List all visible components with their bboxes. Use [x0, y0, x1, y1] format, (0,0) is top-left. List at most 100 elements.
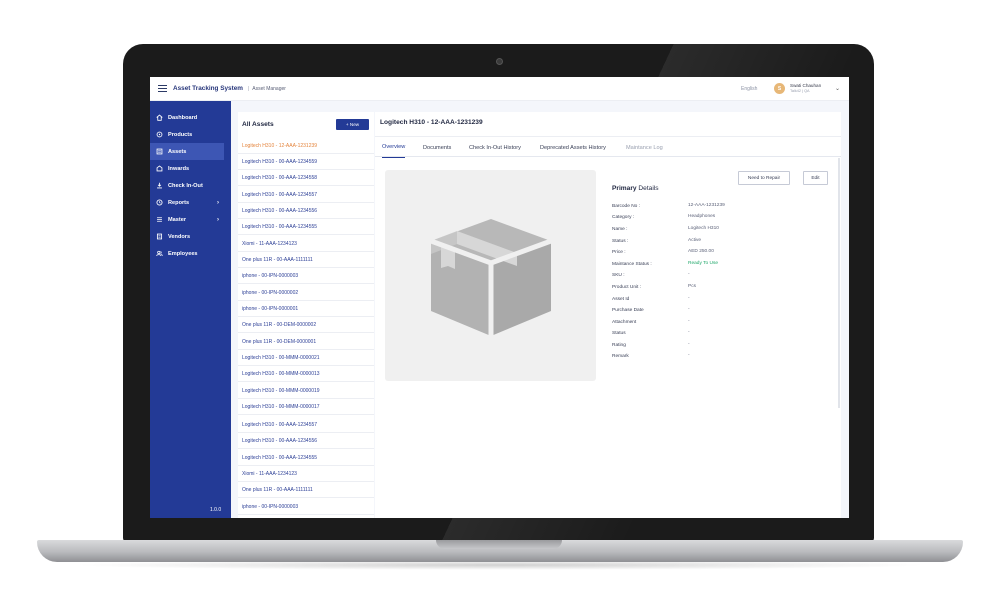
asset-list-item[interactable]: Logitech H310 - 00-AAA-1234556 [238, 203, 374, 219]
sidebar-item-label: Products [168, 131, 193, 138]
asset-list-item[interactable]: Logitech H310 - 00-MMM-0000019 [238, 383, 374, 399]
sidebar-item-label: Master [168, 216, 187, 223]
asset-list-item[interactable]: One plus 11R - 00-AAA-1111111 [238, 252, 374, 268]
asset-list-item[interactable]: iphone - 00-IPN-0000002 [238, 285, 374, 301]
sidebar-item-label: Assets [168, 148, 187, 155]
asset-list-item[interactable]: Logitech H310 - 00-AAA-1234558 [238, 170, 374, 186]
tab-documents[interactable]: Documents [423, 137, 451, 158]
sidebar: Dashboard Products Assets Inwards Check … [150, 101, 231, 518]
asset-list-item[interactable]: Logitech H310 - 00-AAA-1234555 [238, 450, 374, 466]
app-version: 1.0.0 [210, 507, 222, 513]
sidebar-item-check-in-out[interactable]: Check In-Out [150, 177, 231, 194]
field-label-attachment: Attachment [612, 320, 637, 325]
field-label-status: Status : [612, 239, 629, 244]
field-label-barcode: Barcode No : [612, 204, 640, 209]
asset-list-item[interactable]: Logitech H310 - 00-AAA-1234555 [238, 219, 374, 235]
tab-deprecated-assets-history[interactable]: Deprecated Assets History [540, 137, 606, 158]
laptop-notch [436, 540, 562, 549]
field-label-asset-id: Asset Id [612, 297, 630, 302]
asset-list-item[interactable]: Logitech H310 - 00-MMM-0000013 [238, 366, 374, 382]
inbox-icon [156, 165, 163, 172]
chevron-down-icon[interactable]: ⌄ [835, 85, 840, 92]
asset-list-item[interactable]: Logitech H310 - 00-AAA-1234556 [238, 433, 374, 449]
field-value-asset-id: - [688, 296, 690, 301]
asset-list-item[interactable]: iphone - 00-IPN-0000003 [238, 268, 374, 284]
tag-icon [156, 131, 163, 138]
field-value-rating: - [688, 342, 690, 347]
field-label-product-unit: Product Unit : [612, 285, 642, 290]
asset-list-item[interactable]: Xiomi - 11-AAA-1234123 [238, 466, 374, 482]
sidebar-item-assets[interactable]: Assets [150, 143, 224, 160]
webcam [496, 58, 503, 65]
sidebar-item-products[interactable]: Products [150, 126, 231, 143]
clock-icon [156, 199, 163, 206]
user-name[interactable]: Swati Chauhan [790, 83, 821, 88]
asset-detail-title: Logitech H310 - 12-AAA-1231239 [380, 119, 483, 126]
sidebar-item-inwards[interactable]: Inwards [150, 160, 231, 177]
list-icon [156, 148, 163, 155]
asset-list-item[interactable]: Logitech H310 - 00-MMM-0000017 [238, 399, 374, 415]
sidebar-item-reports[interactable]: Reports › [150, 194, 231, 211]
sidebar-item-employees[interactable]: Employees [150, 245, 231, 262]
sidebar-item-label: Vendors [168, 233, 191, 240]
field-value-product-unit: Pcs [688, 284, 696, 289]
tab-overview[interactable]: Overview [382, 137, 406, 158]
need-to-repair-button[interactable]: Need to Repair [738, 171, 790, 185]
asset-list-item[interactable]: One plus 11R - 00-DEM-0000001 [238, 334, 374, 350]
avatar[interactable]: S [774, 83, 785, 94]
sidebar-item-vendors[interactable]: Vendors [150, 228, 231, 245]
asset-list-item[interactable]: Logitech H310 - 00-MMM-0000021 [238, 350, 374, 366]
sidebar-item-master[interactable]: Master › [150, 211, 231, 228]
sidebar-item-dashboard[interactable]: Dashboard [150, 109, 231, 126]
sidebar-item-label: Inwards [168, 165, 190, 172]
field-value-sku: - [688, 272, 690, 277]
top-bar: Asset Tracking System | Asset Manager En… [150, 77, 849, 101]
field-label-status-2: Status [612, 331, 626, 336]
sidebar-item-label: Dashboard [168, 114, 198, 121]
package-box-icon [429, 218, 552, 336]
asset-list-item[interactable]: iphone - 00-IPN-0000003 [238, 499, 374, 515]
chevron-right-icon: › [217, 216, 219, 223]
scrollbar[interactable] [838, 158, 840, 408]
field-value-price: AED 250.00 [688, 249, 714, 254]
heading-rest-part: Details [636, 185, 659, 192]
field-label-maintance-status: Maintance Status : [612, 262, 652, 267]
field-value-name: Logitech H310 [688, 226, 719, 231]
sidebar-item-label: Reports [168, 199, 190, 206]
asset-list-item[interactable]: Logitech H310 - 00-AAA-1234559 [238, 154, 374, 170]
asset-list-item[interactable]: Logitech H310 - 00-AAA-1234557 [238, 417, 374, 433]
app-title: Asset Tracking System [173, 85, 243, 92]
user-role: Talk42 | QA [790, 89, 810, 93]
field-label-category: Category : [612, 215, 635, 220]
app-screen: Asset Tracking System | Asset Manager En… [150, 77, 849, 518]
asset-list-title: All Assets [242, 121, 274, 128]
asset-list-panel: All Assets + New Logitech H310 - 12-AAA-… [238, 112, 374, 518]
document-icon [156, 233, 163, 240]
edit-button[interactable]: Edit [803, 171, 828, 185]
asset-list-item[interactable]: Logitech H310 - 00-AAA-1234557 [238, 187, 374, 203]
primary-details-heading: Primary Details [612, 185, 659, 192]
asset-list-item[interactable]: One plus 11R - 00-DEM-0000002 [238, 317, 374, 333]
chevron-right-icon: › [217, 199, 219, 206]
tab-check-in-out-history[interactable]: Check In-Out History [469, 137, 521, 158]
breadcrumb-separator: | [247, 85, 250, 92]
field-label-price: Price : [612, 250, 626, 255]
asset-list-item[interactable]: One plus 11R - 00-AAA-1111111 [238, 482, 374, 498]
language-selector[interactable]: English [741, 86, 757, 92]
field-label-sku: SKU : [612, 273, 625, 278]
field-value-remark: - [688, 353, 690, 358]
hamburger-menu-icon[interactable] [158, 85, 167, 92]
field-value-status: Active [688, 238, 702, 243]
field-value-barcode: 12-AAA-1231239 [688, 203, 725, 208]
tab-maintance-log[interactable]: Maintance Log [626, 137, 663, 158]
field-label-remark: Remark [612, 354, 629, 359]
home-icon [156, 114, 163, 121]
breadcrumb[interactable]: Asset Manager [252, 86, 286, 92]
new-asset-button[interactable]: + New [336, 119, 369, 130]
field-label-purchase-date: Purchase Date [612, 308, 644, 313]
asset-list-item[interactable]: iphone - 00-IPN-0000001 [238, 301, 374, 317]
asset-list-item[interactable]: Logitech H310 - 12-AAA-1231239 [238, 138, 374, 154]
users-icon [156, 250, 163, 257]
asset-list-item[interactable]: Xiomi - 11-AAA-1234123 [238, 236, 374, 252]
sidebar-item-label: Employees [168, 250, 198, 257]
